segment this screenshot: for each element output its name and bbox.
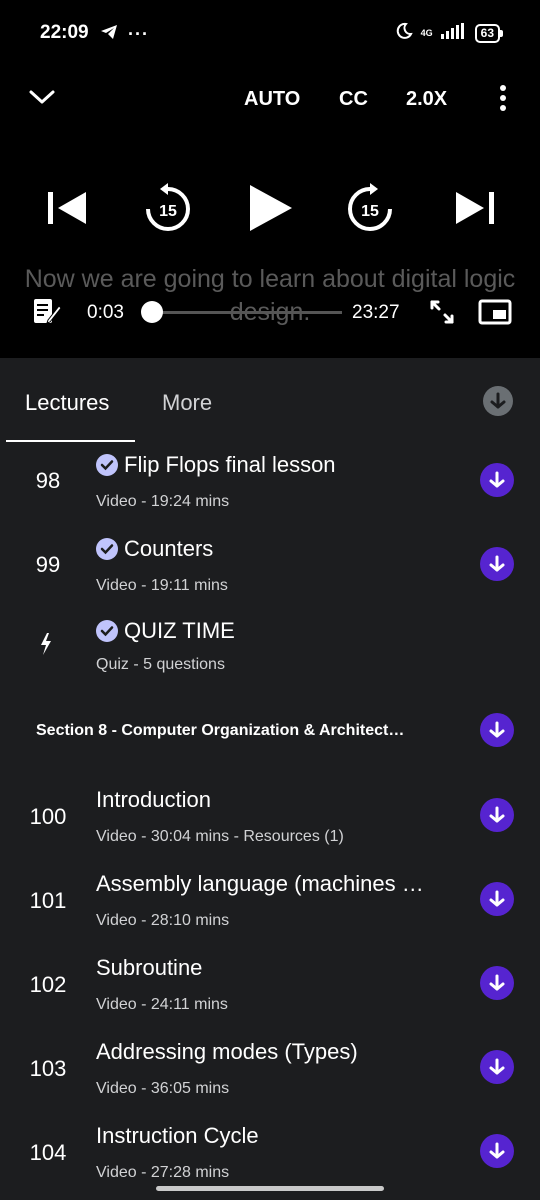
- gesture-navigation-handle[interactable]: [156, 1186, 384, 1191]
- lecture-subtitle: Video - 27:28 mins: [96, 1164, 230, 1181]
- status-bar: 22:09 ··· 4G 63: [0, 0, 540, 70]
- lecture-row[interactable]: 99 Counters Video - 19:11 mins: [0, 530, 540, 614]
- lecture-subtitle: Video - 24:11 mins: [96, 996, 228, 1013]
- lecture-title: Subroutine: [96, 955, 203, 980]
- download-icon[interactable]: [480, 882, 514, 916]
- quiz-lightning-icon: [38, 632, 54, 661]
- download-section-icon[interactable]: [480, 713, 514, 747]
- moon-icon: [395, 22, 413, 45]
- video-player[interactable]: 22:09 ··· 4G 63 AUTO CC 2.0X 15 15 Now w…: [0, 0, 540, 358]
- forward-15-icon[interactable]: 15: [342, 180, 398, 236]
- active-tab-indicator: [6, 440, 135, 442]
- player-top-bar: AUTO CC 2.0X: [0, 80, 540, 120]
- section-header[interactable]: Section 8 - Computer Organization & Arch…: [36, 722, 456, 740]
- lecture-row[interactable]: 103 Addressing modes (Types) Video - 36:05…: [0, 1032, 540, 1116]
- more-vertical-icon[interactable]: [498, 84, 508, 118]
- lecture-title: Assembly language (machines …: [96, 871, 424, 896]
- lecture-subtitle: Video - 36:05 mins: [96, 1080, 230, 1097]
- lecture-title: Addressing modes (Types): [96, 1039, 358, 1064]
- lecture-number: 103: [29, 1056, 67, 1081]
- lecture-subtitle: Video - 28:10 mins: [96, 912, 230, 929]
- rewind-seconds-label: 15: [159, 203, 177, 220]
- download-icon[interactable]: [480, 1050, 514, 1084]
- lecture-subtitle: Video - 30:04 mins - Resources (1): [96, 828, 344, 845]
- lecture-row[interactable]: 101 Assembly language (machines … Video - …: [0, 864, 540, 948]
- current-time: 0:03: [87, 302, 124, 323]
- quiz-subtitle: Quiz - 5 questions: [96, 656, 225, 673]
- quiz-title: QUIZ TIME: [124, 618, 235, 643]
- content-tabs: Lectures More: [0, 358, 540, 442]
- lecture-subtitle: Video - 19:24 mins: [96, 493, 230, 510]
- next-lecture-icon[interactable]: [452, 180, 498, 236]
- lecture-title: Instruction Cycle: [96, 1123, 259, 1148]
- play-icon[interactable]: [244, 180, 296, 236]
- tab-more[interactable]: More: [162, 390, 212, 416]
- lecture-row[interactable]: 102 Subroutine Video - 24:11 mins: [0, 948, 540, 1032]
- download-all-icon[interactable]: [483, 386, 513, 416]
- lecture-title: Flip Flops final lesson: [124, 452, 336, 477]
- notes-icon[interactable]: [32, 296, 62, 331]
- completed-check-icon: [96, 538, 118, 560]
- completed-check-icon: [96, 620, 118, 642]
- seek-row: 0:03 23:27: [0, 296, 540, 330]
- telegram-icon: [100, 24, 118, 45]
- lecture-number: 100: [29, 804, 67, 829]
- download-icon[interactable]: [480, 1134, 514, 1168]
- picture-in-picture-icon[interactable]: [478, 298, 512, 331]
- lecture-number: 104: [29, 1140, 67, 1165]
- more-notifications-icon: ···: [128, 24, 149, 44]
- lecture-subtitle: Video - 19:11 mins: [96, 577, 228, 594]
- completed-check-icon: [96, 454, 118, 476]
- lecture-row[interactable]: 100 Introduction Video - 30:04 mins - Reso…: [0, 780, 540, 864]
- lecture-title: Introduction: [96, 787, 211, 812]
- previous-lecture-icon[interactable]: [44, 180, 90, 236]
- lecture-number: 98: [35, 468, 61, 493]
- battery-indicator: 63: [474, 24, 504, 43]
- status-time: 22:09: [40, 22, 89, 43]
- seek-bar[interactable]: [152, 311, 342, 314]
- signal-icon: [440, 23, 467, 44]
- seek-handle[interactable]: [141, 301, 164, 323]
- network-label: 4G: [420, 28, 433, 38]
- rewind-15-icon[interactable]: 15: [140, 180, 196, 236]
- captions-button[interactable]: CC: [339, 88, 368, 111]
- collapse-chevron-icon[interactable]: [28, 86, 56, 114]
- lecture-number: 101: [29, 888, 67, 913]
- lecture-number: 102: [29, 972, 67, 997]
- playback-controls: 15 15: [0, 180, 540, 240]
- tab-lectures[interactable]: Lectures: [25, 390, 109, 416]
- quiz-row[interactable]: QUIZ TIME Quiz - 5 questions: [0, 612, 540, 696]
- fullscreen-icon[interactable]: [428, 298, 456, 331]
- quality-button[interactable]: AUTO: [244, 88, 300, 111]
- lecture-number: 99: [35, 552, 61, 577]
- download-icon[interactable]: [480, 463, 514, 497]
- download-icon[interactable]: [480, 798, 514, 832]
- lecture-row[interactable]: 98 Flip Flops final lesson Video - 19:24…: [0, 446, 540, 530]
- forward-seconds-label: 15: [361, 203, 379, 220]
- lecture-title: Counters: [124, 536, 214, 561]
- download-icon[interactable]: [480, 966, 514, 1000]
- speed-button[interactable]: 2.0X: [406, 88, 447, 111]
- download-icon[interactable]: [480, 547, 514, 581]
- duration: 23:27: [352, 302, 400, 323]
